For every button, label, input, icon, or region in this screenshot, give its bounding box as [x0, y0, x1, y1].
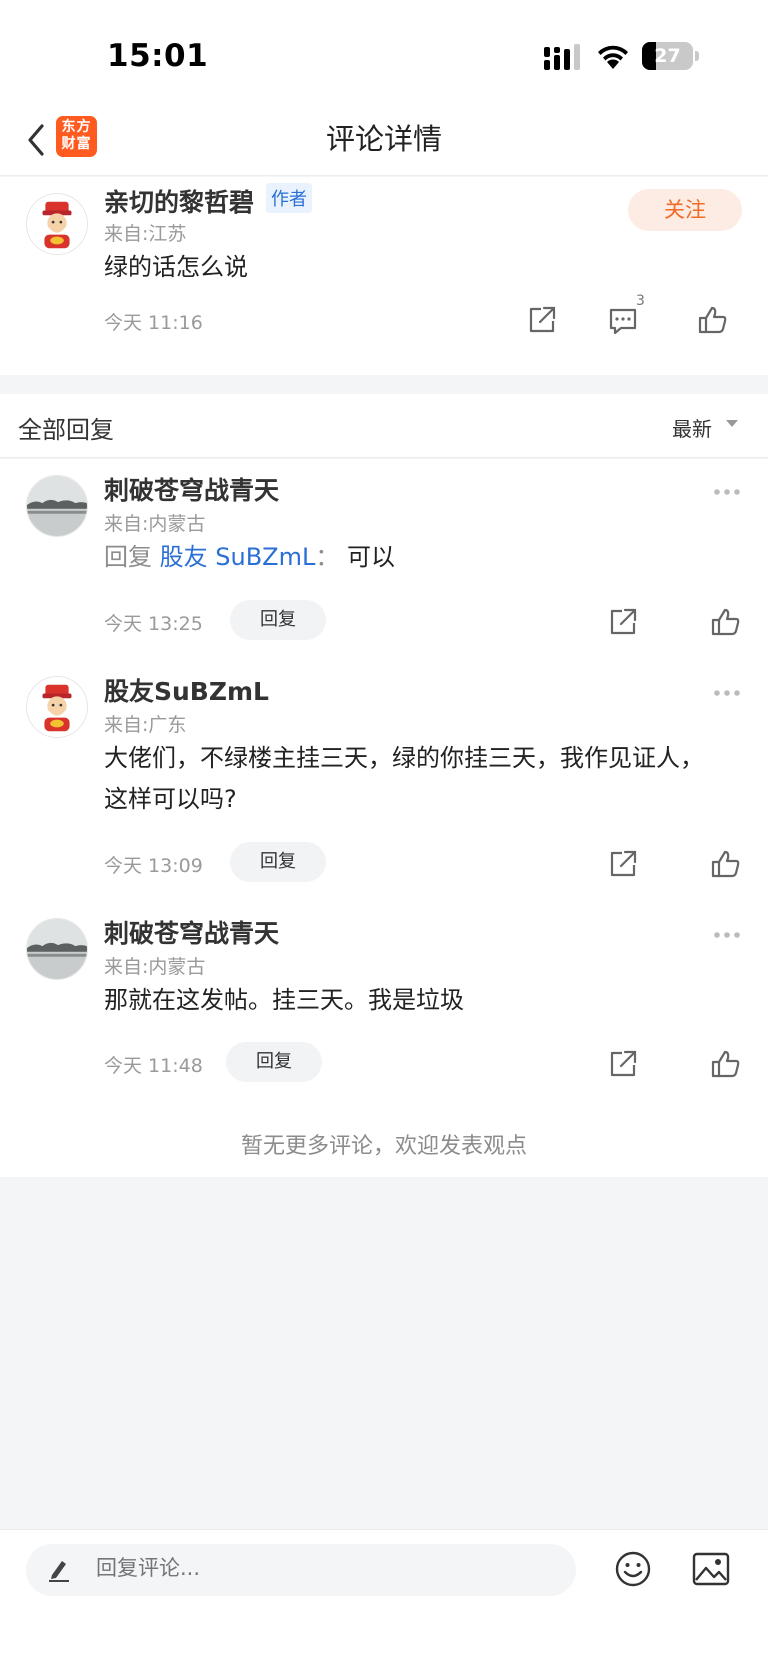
status-bar: 15:01 27 — [0, 0, 768, 104]
reply-input[interactable] — [26, 1544, 576, 1596]
like-icon[interactable] — [709, 605, 743, 639]
battery-level: 27 — [654, 45, 681, 67]
avatar[interactable] — [26, 918, 88, 980]
username[interactable]: 亲切的黎哲碧 — [104, 183, 254, 219]
emoji-icon[interactable] — [614, 1550, 652, 1588]
timestamp: 今天 13:09 — [104, 855, 203, 877]
username[interactable]: 刺破苍穹战青天 — [104, 471, 279, 507]
like-icon[interactable] — [696, 303, 730, 337]
like-icon[interactable] — [709, 847, 743, 881]
signal-icon — [544, 44, 580, 70]
avatar[interactable] — [26, 193, 88, 255]
username[interactable]: 股友SuBZmL — [104, 672, 269, 708]
more-icon[interactable] — [712, 487, 742, 497]
back-icon[interactable] — [22, 118, 50, 162]
reply-prefix: 回复 — [104, 543, 152, 571]
reply-list: 刺破苍穹战青天 来自:内蒙古 回复 股友 SuBZmL： 可以 今天 13:25… — [0, 459, 768, 1177]
comment-content: 绿的话怎么说 — [104, 253, 248, 281]
share-icon[interactable] — [525, 303, 559, 337]
username[interactable]: 刺破苍穹战青天 — [104, 914, 279, 950]
status-time: 15:01 — [107, 38, 209, 74]
more-icon[interactable] — [712, 688, 742, 698]
logo-line2: 财富 — [61, 136, 92, 152]
timestamp: 今天 13:25 — [104, 613, 203, 635]
avatar[interactable] — [26, 475, 88, 537]
reply-button[interactable]: 回复 — [226, 1042, 322, 1082]
share-icon[interactable] — [606, 1047, 640, 1081]
reply-button[interactable]: 回复 — [230, 842, 326, 882]
nav-bar: 评论详情 东方 财富 — [0, 104, 768, 176]
location: 来自:内蒙古 — [104, 956, 206, 978]
main-comment: 亲切的黎哲碧 作者 来自:江苏 绿的话怎么说 今天 11:16 关注 3 — [0, 177, 768, 375]
bottom-bar — [0, 1529, 768, 1669]
location: 来自:广东 — [104, 714, 187, 736]
sort-select[interactable]: 最新 — [672, 413, 712, 442]
author-badge: 作者 — [266, 183, 312, 213]
pencil-icon — [49, 1561, 69, 1582]
mention-separator: ： — [315, 543, 340, 571]
reply-content: 回复 股友 SuBZmL： 可以 — [104, 537, 395, 578]
share-icon[interactable] — [606, 605, 640, 639]
caret-down-icon[interactable] — [726, 420, 738, 427]
page-title: 评论详情 — [325, 122, 442, 156]
image-icon[interactable] — [692, 1552, 730, 1586]
timestamp: 今天 11:16 — [104, 312, 203, 334]
location: 来自:江苏 — [104, 223, 187, 245]
follow-button[interactable]: 关注 — [628, 189, 742, 231]
timestamp: 今天 11:48 — [104, 1055, 203, 1077]
reply-content: 大佬们，不绿楼主挂三天，绿的你挂三天，我作见证人，这样可以吗? — [104, 744, 704, 813]
reply-count: 3 — [636, 293, 645, 309]
reply-text: 可以 — [347, 543, 396, 571]
no-more-comments: 暂无更多评论，欢迎发表观点 — [240, 1134, 527, 1159]
mention-link[interactable]: 股友 SuBZmL — [160, 543, 316, 571]
reply-input-field[interactable] — [96, 1556, 556, 1580]
logo-line1: 东方 — [61, 119, 92, 135]
app-logo[interactable]: 东方 财富 — [56, 116, 97, 157]
replies-header: 全部回复 最新 — [0, 394, 768, 458]
replies-title: 全部回复 — [18, 416, 114, 444]
reply-content: 那就在这发帖。挂三天。我是垃圾 — [104, 986, 464, 1014]
more-icon[interactable] — [712, 930, 742, 940]
location: 来自:内蒙古 — [104, 513, 206, 535]
wifi-icon — [598, 45, 628, 69]
battery-icon: 27 — [642, 42, 700, 70]
share-icon[interactable] — [606, 847, 640, 881]
avatar[interactable] — [26, 676, 88, 738]
like-icon[interactable] — [709, 1047, 743, 1081]
reply-button[interactable]: 回复 — [230, 600, 326, 640]
comment-icon[interactable] — [606, 303, 640, 337]
